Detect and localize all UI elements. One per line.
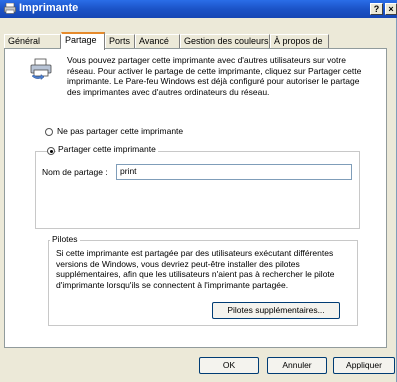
share-name-label: Nom de partage : — [42, 167, 108, 177]
tab-general[interactable]: Général — [4, 34, 61, 49]
close-button[interactable]: × — [385, 3, 397, 15]
tab-about[interactable]: À propos de — [270, 34, 329, 49]
sharing-intro-text: Vous pouvez partager cette imprimante av… — [67, 55, 362, 97]
ok-button[interactable]: OK — [199, 357, 259, 374]
drivers-text: Si cette imprimante est partagée par des… — [56, 248, 335, 290]
printer-icon — [4, 3, 16, 14]
share-groupbox — [35, 151, 360, 229]
apply-button[interactable]: Appliquer — [333, 357, 395, 374]
cancel-button[interactable]: Annuler — [267, 357, 327, 374]
window-title: Imprimante — [19, 2, 79, 14]
tab-advanced[interactable]: Avancé — [135, 34, 180, 49]
no-share-radio[interactable] — [45, 128, 53, 136]
printer-properties-dialog: Imprimante ? × Général Partage Ports Ava… — [0, 0, 397, 382]
share-radio[interactable] — [47, 147, 55, 155]
drivers-group-label: Pilotes — [50, 234, 80, 244]
share-label[interactable]: Partager cette imprimante — [56, 144, 158, 154]
printer-share-icon — [30, 58, 52, 80]
tab-color-management[interactable]: Gestion des couleurs — [180, 34, 270, 49]
share-name-field[interactable]: print — [116, 164, 352, 180]
no-share-label[interactable]: Ne pas partager cette imprimante — [57, 126, 183, 136]
additional-drivers-button[interactable]: Pilotes supplémentaires... — [212, 302, 340, 319]
help-button[interactable]: ? — [370, 3, 383, 15]
title-bar[interactable]: Imprimante ? × — [0, 0, 397, 18]
tab-sharing[interactable]: Partage — [61, 32, 105, 50]
tab-ports[interactable]: Ports — [105, 34, 135, 49]
